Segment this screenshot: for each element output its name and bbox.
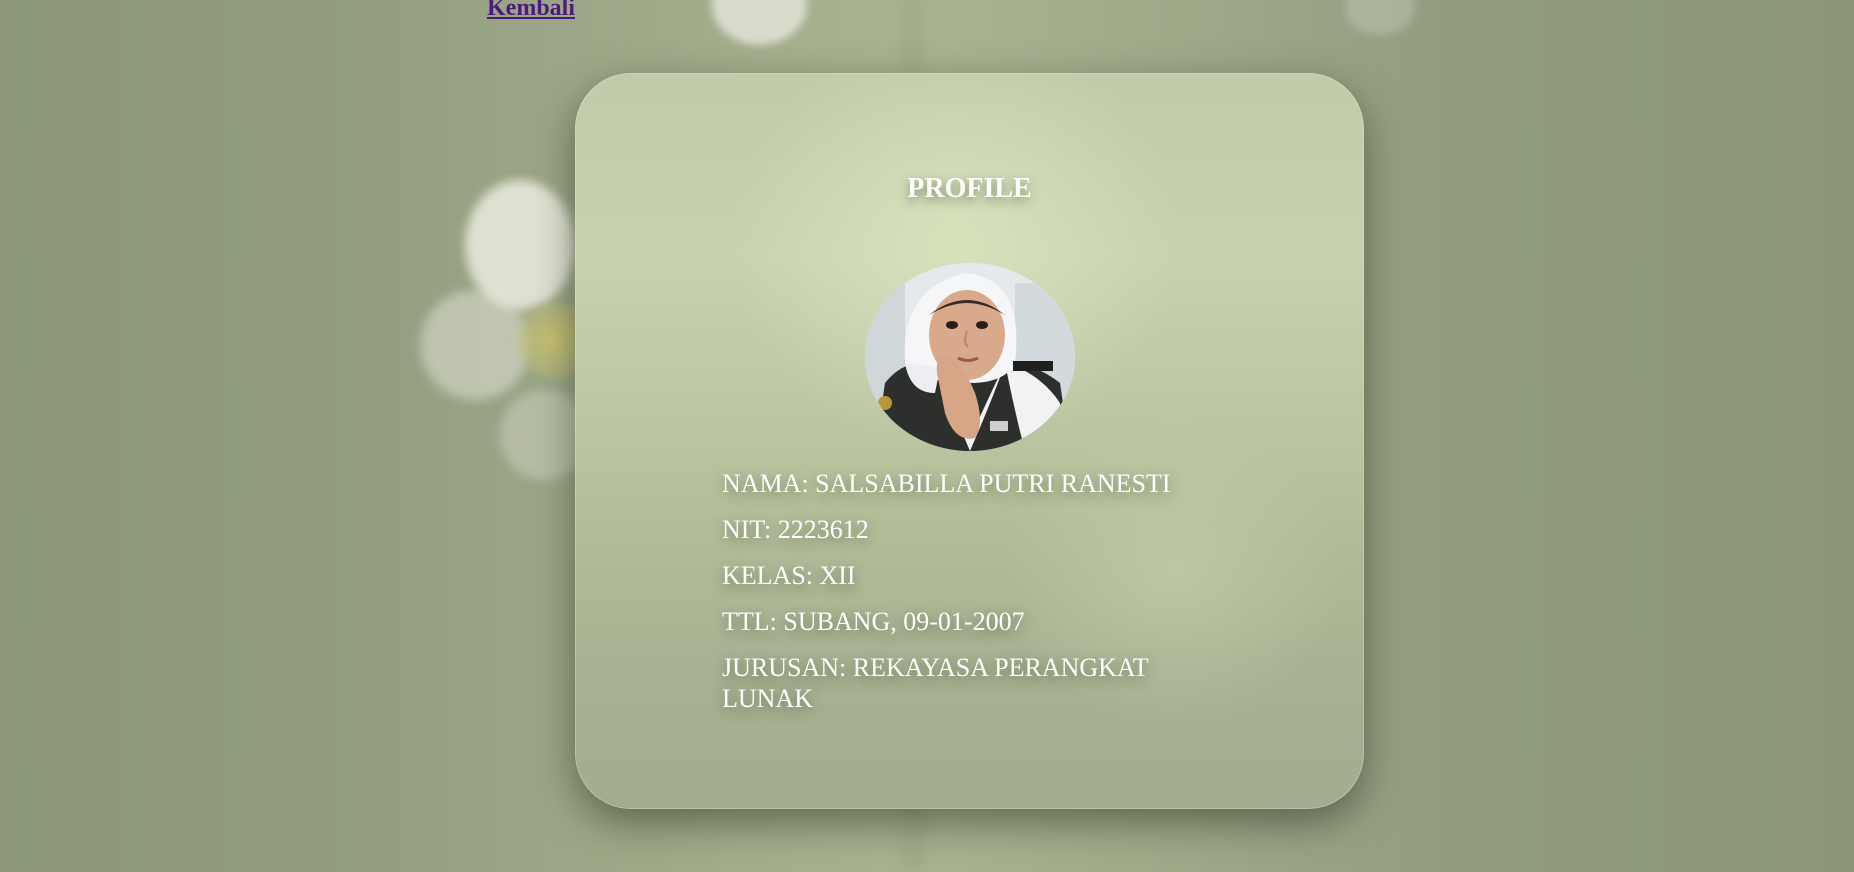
profile-title: PROFILE — [907, 173, 1032, 204]
profile-field-nama: NAMA: SALSABILLA PUTRI RANESTI — [722, 469, 1171, 498]
profile-info: NAMA: SALSABILLA PUTRI RANESTI NIT: 2223… — [722, 468, 1222, 729]
profile-field-kelas: KELAS: XII — [722, 561, 856, 590]
back-link[interactable]: Kembali — [487, 0, 575, 22]
profile-field-nit: NIT: 2223612 — [722, 515, 869, 544]
background-stripe — [1485, 0, 1511, 872]
profile-card: PROFILE NAMA: SALSABILLA PUTRI RANESTI N… — [575, 73, 1364, 809]
profile-avatar — [865, 263, 1075, 451]
avatar-photo-icon — [865, 263, 1075, 451]
profile-field-jurusan: JURUSAN: REKAYASA PERANGKAT LUNAK — [722, 653, 1149, 713]
profile-field-ttl: TTL: SUBANG, 09-01-2007 — [722, 607, 1025, 636]
